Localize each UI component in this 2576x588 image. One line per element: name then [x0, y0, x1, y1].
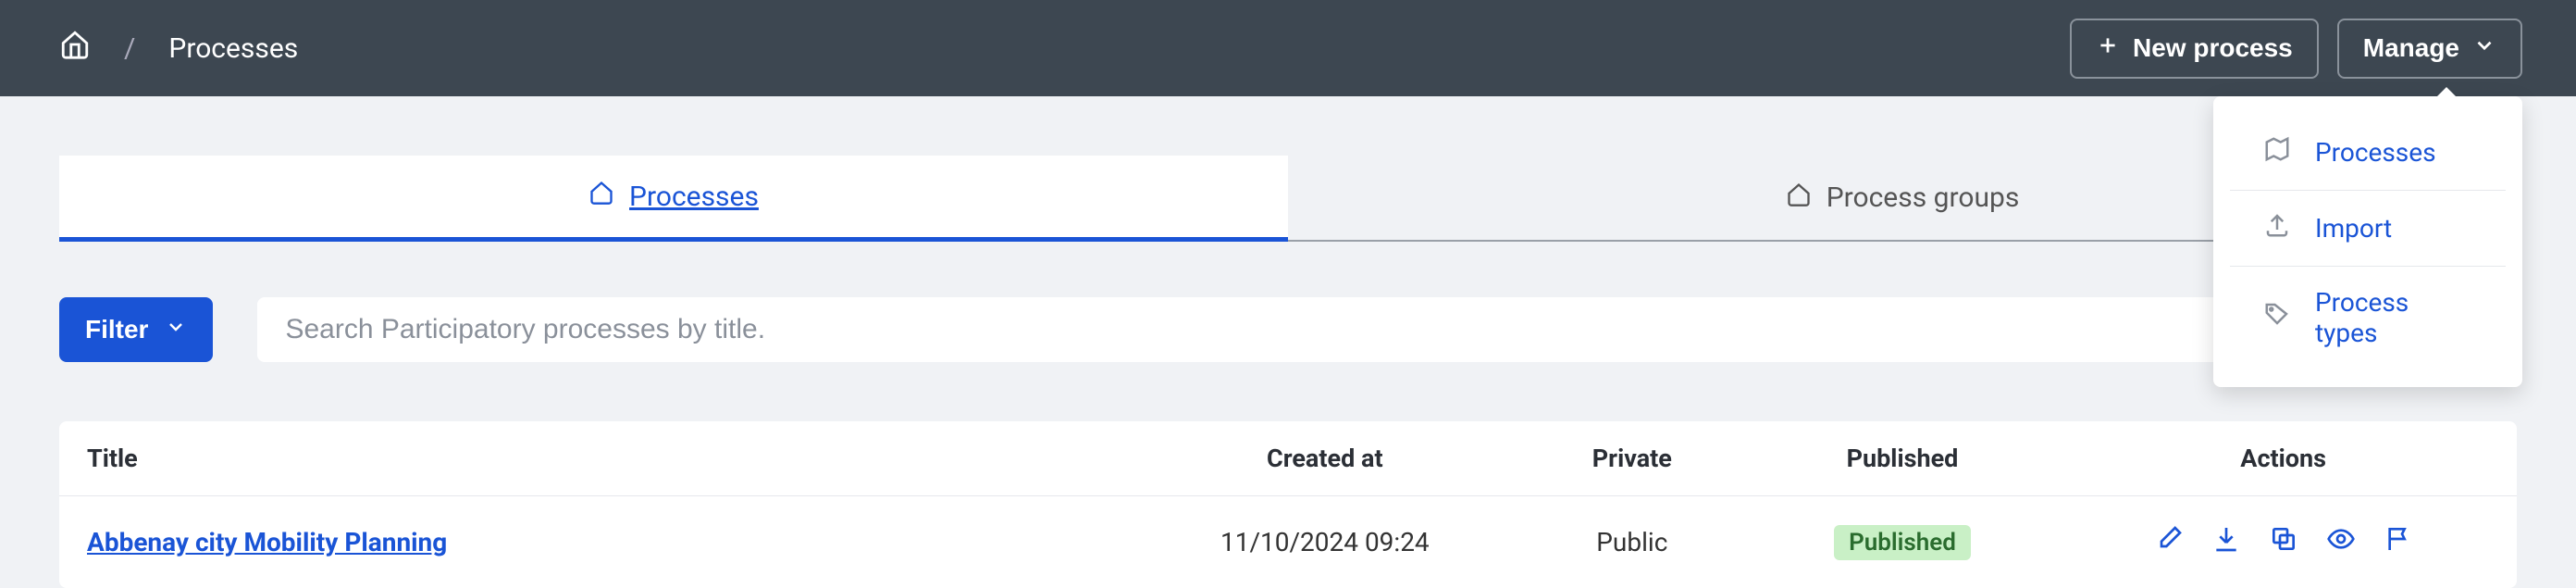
new-process-label: New process [2133, 33, 2293, 63]
tag-icon [2263, 300, 2291, 334]
download-icon[interactable] [2211, 524, 2241, 560]
top-header: / Processes New process Manage [0, 0, 2576, 96]
manage-button[interactable]: Manage [2337, 19, 2522, 79]
filter-row: Filter [59, 297, 2517, 362]
map-icon [2263, 135, 2291, 169]
home-icon[interactable] [59, 29, 91, 68]
breadcrumb: / Processes [59, 29, 298, 68]
table-row: Abbenay city Mobility Planning 11/10/202… [59, 496, 2517, 588]
flag-icon[interactable] [2384, 524, 2413, 560]
search-input[interactable] [257, 297, 2517, 362]
upload-icon [2263, 211, 2291, 245]
dropdown-item-import[interactable]: Import [2230, 191, 2506, 267]
cell-created-at: 11/10/2024 09:24 [1141, 496, 1509, 588]
dropdown-item-processes[interactable]: Processes [2230, 115, 2506, 191]
tab-processes[interactable]: Processes [59, 156, 1288, 242]
col-actions: Actions [2050, 421, 2517, 496]
plus-icon [2096, 33, 2120, 64]
chevron-down-icon [2472, 33, 2496, 64]
processes-table: Title Created at Private Published Actio… [59, 421, 2517, 588]
header-actions: New process Manage Processes [2070, 19, 2522, 79]
cell-private: Public [1509, 496, 1755, 588]
main-content: Processes Process groups Filter Title [0, 96, 2576, 588]
edit-icon[interactable] [2154, 524, 2184, 560]
eye-icon[interactable] [2326, 524, 2356, 560]
new-process-button[interactable]: New process [2070, 19, 2319, 79]
tabs: Processes Process groups [59, 156, 2517, 242]
breadcrumb-current: Processes [168, 32, 298, 65]
filter-label: Filter [85, 315, 148, 344]
dropdown-item-process-types[interactable]: Process types [2230, 267, 2506, 369]
copy-icon[interactable] [2269, 524, 2298, 560]
manage-dropdown: Processes Import [2213, 96, 2522, 387]
dropdown-item-label: Import [2315, 213, 2392, 244]
tab-label: Processes [629, 181, 759, 213]
published-badge: Published [1834, 525, 1971, 560]
house-icon [1786, 181, 1812, 215]
dropdown-item-label: Process types [2315, 287, 2472, 348]
col-private: Private [1509, 421, 1755, 496]
col-created-at: Created at [1141, 421, 1509, 496]
tab-label: Process groups [1827, 181, 2020, 214]
filter-button[interactable]: Filter [59, 297, 213, 362]
process-title-link[interactable]: Abbenay city Mobility Planning [87, 527, 447, 557]
breadcrumb-separator: / [124, 32, 135, 65]
dropdown-item-label: Processes [2315, 137, 2436, 168]
cell-published: Published [1755, 496, 2050, 588]
cell-actions [2050, 496, 2517, 588]
house-icon [588, 180, 614, 213]
col-published: Published [1755, 421, 2050, 496]
col-title: Title [59, 421, 1141, 496]
chevron-down-icon [165, 315, 187, 344]
manage-label: Manage [2363, 33, 2459, 63]
